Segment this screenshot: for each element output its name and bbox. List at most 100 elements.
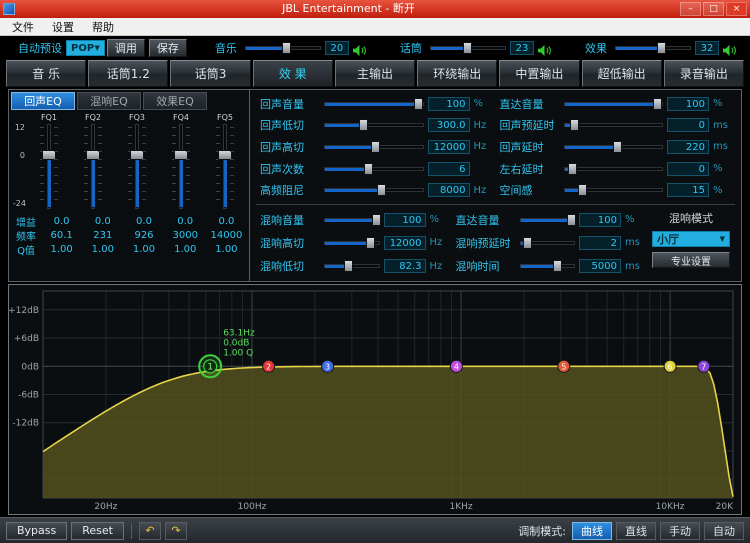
band-label: FQ1: [41, 113, 57, 122]
reverb-section: 混响音量 100% 混响高切 12000 Hz 混响低切 82.3 Hz 直达音量 100%…: [256, 208, 735, 278]
echo-right-column: 直达音量 100% 回声预延时 0 ms 回声延时 220 ms 左右延时 0% 空间感 15…: [496, 93, 736, 201]
eq-values-table: 增益 0.0 0.0 0.0 0.0 0.0 频率 60.1 231 926 3…: [11, 214, 247, 257]
toolbar: 自动预设 POP ▼ 调用 保存 音乐 20 话筒 23 效果 32: [0, 36, 750, 60]
eq-panel: 回声EQ 混响EQ 效果EQ 12 0 -24 FQ1 FQ2 FQ3 FQ4 …: [8, 89, 250, 282]
music-volume-label: 音乐: [214, 42, 237, 55]
band-label: FQ3: [129, 113, 145, 122]
echo-damping-slider[interactable]: [324, 184, 424, 197]
tab-record-output[interactable]: 录音输出: [663, 60, 744, 87]
param-value: 100: [667, 96, 709, 111]
echo-predelay-slider[interactable]: [563, 119, 663, 132]
eq-slider-bank: 12 0 -24 FQ1 FQ2 FQ3 FQ4 FQ5: [11, 110, 247, 210]
preset-dropdown[interactable]: POP ▼: [66, 40, 105, 56]
effect-volume-label: 效果: [584, 42, 607, 55]
reverb-time-slider[interactable]: [519, 260, 575, 273]
reverb-left-column: 混响音量 100% 混响高切 12000 Hz 混响低切 82.3 Hz: [256, 208, 452, 278]
param-row: 混响高切 12000 Hz: [260, 235, 443, 250]
recall-button[interactable]: 调用: [106, 39, 145, 57]
reverb-volume-slider[interactable]: [324, 213, 381, 226]
tab-center-output[interactable]: 中置输出: [499, 60, 580, 87]
tab-surround-output[interactable]: 环绕输出: [417, 60, 498, 87]
reverb-lowcut-slider[interactable]: [324, 260, 380, 273]
param-row: 回声预延时 0 ms: [499, 118, 728, 133]
echo-lowcut-slider[interactable]: [324, 119, 424, 132]
mic-volume-slider[interactable]: [429, 42, 506, 54]
echo-delay-slider[interactable]: [563, 140, 663, 153]
eq-band-1: FQ1: [27, 112, 71, 210]
mode-manual-button[interactable]: 手动: [660, 521, 700, 540]
echo-volume-slider[interactable]: [324, 97, 424, 110]
y-axis-label: -6dB: [18, 391, 39, 401]
reverb-highcut-slider[interactable]: [324, 236, 380, 249]
menu-help[interactable]: 帮助: [84, 18, 122, 36]
param-value: 0: [667, 161, 709, 176]
subtab-effect-eq[interactable]: 效果EQ: [143, 92, 207, 110]
eq-band-4: FQ4: [159, 112, 203, 210]
minimize-button[interactable]: –: [680, 2, 701, 16]
speaker-icon[interactable]: [722, 42, 737, 56]
y-axis-label: 0dB: [21, 362, 39, 372]
tab-sub-output[interactable]: 超低输出: [581, 60, 662, 87]
eq-band-slider[interactable]: [82, 123, 104, 210]
y-axis-label: -12dB: [12, 419, 39, 429]
close-button[interactable]: ×: [726, 2, 747, 16]
bottombar: Bypass Reset ↶ ↷ 调制模式: 曲线 直线 手动 自动: [0, 517, 750, 543]
eq-curve-graph[interactable]: +12dB +6dB 0dB -6dB -12dB 20Hz 100Hz 1KHz 10KHz 2…: [8, 284, 742, 515]
param-row: 混响时间 5000 ms: [455, 259, 640, 274]
tab-effect[interactable]: 效 果: [252, 60, 333, 87]
music-volume-slider[interactable]: [244, 42, 321, 54]
echo-left-column: 回声音量 100% 回声低切 300.0 Hz 回声高切 12000 Hz 回声次数 6 高…: [256, 93, 496, 201]
mode-auto-button[interactable]: 自动: [704, 521, 744, 540]
reverb-direct-volume-slider[interactable]: [519, 213, 577, 226]
param-row: 左右延时 0%: [499, 161, 723, 176]
param-value: 100: [383, 212, 426, 227]
speaker-icon[interactable]: [537, 42, 552, 56]
direct-volume-slider[interactable]: [563, 97, 663, 110]
reverb-mode-dropdown[interactable]: 小厅 ▼: [652, 231, 730, 247]
param-row: 混响音量 100%: [260, 212, 440, 227]
param-value: 0: [667, 118, 709, 133]
eq-band-slider[interactable]: [126, 123, 148, 210]
save-button[interactable]: 保存: [148, 39, 187, 57]
param-row: 混响低切 82.3 Hz: [260, 259, 443, 274]
chevron-down-icon: ▼: [94, 44, 100, 52]
window-title: JBL Entertainment - 断开: [282, 2, 415, 15]
svg-text:2: 2: [266, 362, 271, 371]
reverb-predelay-slider[interactable]: [519, 236, 575, 249]
curve-fill: [43, 366, 733, 498]
x-axis-label: 100Hz: [238, 502, 267, 512]
subtab-reverb-eq[interactable]: 混响EQ: [77, 92, 141, 110]
tab-mic3[interactable]: 话筒3: [170, 60, 251, 87]
lr-delay-slider[interactable]: [563, 162, 663, 175]
menu-settings[interactable]: 设置: [44, 18, 82, 36]
pro-settings-button[interactable]: 专业设置: [652, 252, 730, 268]
mode-line-button[interactable]: 直线: [616, 521, 656, 540]
tab-music[interactable]: 音 乐: [6, 60, 87, 87]
eq-band-slider[interactable]: [38, 123, 60, 210]
eq-band-slider[interactable]: [170, 123, 192, 210]
tab-mic12[interactable]: 话筒1.2: [88, 60, 169, 87]
band-label: FQ4: [173, 113, 189, 122]
speaker-icon[interactable]: [352, 42, 367, 56]
subtab-echo-eq[interactable]: 回声EQ: [11, 92, 75, 110]
effect-volume-slider[interactable]: [614, 42, 691, 54]
redo-icon[interactable]: ↷: [164, 521, 187, 540]
undo-icon[interactable]: ↶: [138, 521, 161, 540]
reverb-mode-label: 混响模式: [669, 212, 713, 225]
reset-button[interactable]: Reset: [71, 521, 124, 540]
param-value: 300.0: [427, 118, 470, 133]
echo-repeats-slider[interactable]: [324, 162, 424, 175]
app-icon: [3, 3, 15, 15]
bypass-button[interactable]: Bypass: [6, 521, 68, 540]
eq-band-slider[interactable]: [214, 123, 236, 210]
svg-text:3: 3: [325, 362, 330, 371]
maximize-button[interactable]: □: [703, 2, 724, 16]
table-row-q: Q值 1.00 1.00 1.00 1.00 1.00: [17, 243, 238, 257]
tab-main-output[interactable]: 主输出: [334, 60, 416, 87]
echo-highcut-slider[interactable]: [324, 140, 424, 153]
preset-label: 自动预设: [18, 42, 62, 55]
space-slider[interactable]: [563, 184, 663, 197]
mode-curve-button[interactable]: 曲线: [572, 521, 612, 540]
menu-file[interactable]: 文件: [4, 18, 42, 36]
param-value: 8000: [427, 183, 470, 198]
